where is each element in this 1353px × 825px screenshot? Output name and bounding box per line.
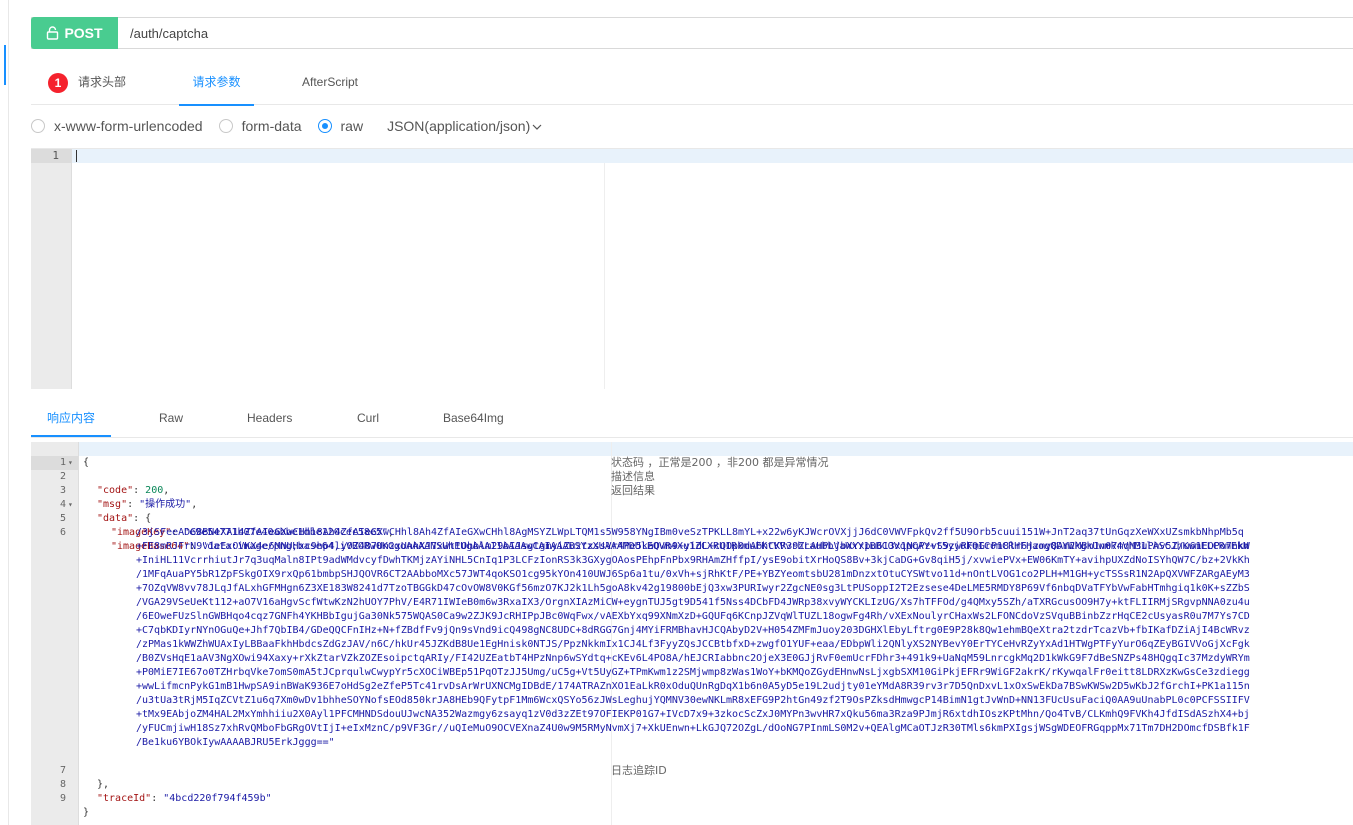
radio-form-data[interactable]: form-data: [218, 118, 302, 134]
tab-request-params[interactable]: 请求参数: [179, 62, 254, 106]
base64-continuation: +C7qbKDIyrNYnOGuQe+Jhf7QbIB4/GDeQQCFnIHz…: [136, 625, 1250, 636]
code-text: "traceId": "4bcd220f794f459b": [97, 793, 272, 804]
field-comment-data: 返回结果: [611, 484, 655, 497]
fold-toggle-icon[interactable]: ▾: [68, 498, 73, 512]
lock-icon: [47, 25, 59, 40]
print-margin: [604, 163, 605, 389]
radio-label: form-data: [241, 118, 302, 134]
code-line: 3 "msg": "操作成功",: [31, 470, 197, 510]
radio-raw[interactable]: raw: [317, 118, 364, 134]
request-url-bar: POST /auth/captcha: [31, 16, 1353, 49]
base64-continuation: +wwLifmcnPykG1mB1HwpSA9inBWaK936E7oHdSg2…: [136, 681, 1250, 692]
base64-continuation: +FE8mRJFrN9v1eExOVKX4e6MNUHxc9hp4ly0Z487…: [136, 541, 1250, 552]
base64-continuation: /VGA29VSeUeKt112+aO7V16aHgvScfWtwKzN2hUO…: [136, 597, 1250, 608]
chevron-down-icon: [532, 124, 542, 130]
field-comment-msg: 描述信息: [611, 470, 655, 483]
line-number: 6: [59, 527, 66, 538]
base64-continuation: /6EOweFUzSlnGWBHqo4cqz7GNFh4YKHBbIgujGa3…: [136, 611, 1250, 622]
tab-request-headers[interactable]: 1 请求头部: [48, 62, 126, 104]
code-line: 9 }: [31, 778, 89, 818]
response-tabs: 响应内容 Raw Headers Curl Base64Img: [31, 400, 1353, 438]
tab-curl[interactable]: Curl: [357, 400, 379, 437]
code-line: 6 "imageBase64": "data:image/png;base64,…: [31, 512, 1249, 552]
code-text: "msg": "操作成功",: [97, 499, 198, 510]
json-key: "msg": [97, 499, 128, 510]
json-value: "4bcd220f794f459b": [163, 793, 272, 804]
line-number: 9: [59, 793, 66, 804]
request-path[interactable]: /auth/captcha: [130, 26, 208, 41]
tab-label: AfterScript: [302, 75, 359, 89]
tab-response-content[interactable]: 响应内容: [31, 400, 111, 437]
base64-continuation: /yFUCmjiwH18Sz7xhRvQMboFbGRgOVtIjI+eIxMz…: [136, 723, 1250, 734]
base64-continuation: +7OZqVW8vv78JLqJfALxhGFMHgn6Z3XE183W8241…: [136, 583, 1250, 594]
field-comment-traceid: 日志追踪ID: [611, 764, 667, 777]
radio-circle-selected[interactable]: [317, 119, 332, 133]
json-key: "data": [97, 513, 134, 524]
fold-toggle-icon[interactable]: ▾: [68, 456, 73, 470]
base64-continuation: /3jSFeeADG8BNeXA14ZfAIeGXwCHhl8Ah4ZfAIeG…: [136, 527, 1244, 538]
tab-label: Headers: [247, 411, 293, 425]
code-line: 4 ▾ "data": {: [31, 484, 151, 524]
tab-label: 请求参数: [192, 75, 241, 89]
tab-label: Curl: [357, 411, 380, 425]
content-type-dropdown[interactable]: JSON(application/json): [387, 118, 542, 134]
code-line: 7 },: [31, 750, 109, 790]
radio-label: raw: [340, 118, 364, 134]
code-text: {: [83, 457, 90, 468]
code-line: 2 "code": 200,: [31, 456, 169, 496]
code-line: 5 "imageKey": "e9e54771b07e40abbe1dbe120…: [31, 498, 394, 538]
tab-label: Raw: [159, 411, 184, 425]
tab-afterscript[interactable]: AfterScript: [302, 62, 358, 104]
code-line: 8 "traceId": "4bcd220f794f459b": [31, 764, 272, 804]
base64-continuation: /zPMas1kWWZhWUAxIyLBBaaFkhHbdcsZdGzJAV/n…: [136, 639, 1250, 650]
tab-label: Base64Img: [443, 411, 504, 425]
base64-continuation: /u3tUa3tRjM5IqZCVtZ1u6q7Xm0wDv1bhheSOYNo…: [136, 695, 1250, 706]
base64-continuation: +IniHL11VcrrhiutJr7q3uqMaln8IPt9adWMdvcy…: [136, 555, 1250, 566]
content-type-value: JSON(application/json): [387, 118, 531, 134]
text-cursor: [76, 150, 77, 162]
active-line-highlight: [72, 149, 1353, 163]
tab-label: 请求头部: [78, 75, 127, 89]
tab-base64img[interactable]: Base64Img: [443, 400, 504, 437]
radio-label: x-www-form-urlencoded: [54, 118, 203, 134]
json-value: "操作成功": [139, 499, 192, 510]
base64-continuation: +P0MiE7IE67o0TZHrbqVke7omS0mA5tJCprqulwC…: [136, 667, 1250, 678]
field-comment-code: 状态码 ，正常是200 ，非200 都是异常情况: [611, 456, 829, 469]
json-key: "traceId": [97, 793, 152, 804]
request-tabs: 1 请求头部 请求参数 AfterScript: [31, 62, 1353, 106]
radio-circle[interactable]: [31, 119, 45, 133]
left-rail: [0, 0, 9, 825]
radio-x-www-form-urlencoded[interactable]: x-www-form-urlencoded: [31, 118, 203, 134]
base64-continuation: +tMx9EAbjoZM4HAL2MxYmhhiiu2X0Ayl1PFCMHND…: [136, 709, 1250, 720]
code-text: },: [97, 779, 110, 790]
json-value: 200: [145, 485, 164, 496]
response-body-viewer[interactable]: 1 ▾{ 2 "code": 200, 3 "msg": "操作成功", 4 ▾ "…: [31, 442, 1353, 825]
line-number: 1: [31, 149, 71, 163]
base64-continuation: /B0ZVsHqE1aAV3NgXOwi94Xaxy+rXkZtarVZkZOZ…: [136, 653, 1250, 664]
editor-gutter: [31, 149, 72, 389]
code-text: }: [83, 807, 90, 818]
method-label: POST: [64, 24, 103, 41]
method-button[interactable]: POST: [31, 16, 118, 49]
base64-continuation: /1MFqAuaPY5bR1ZpFSkgOIX9rxQp61bmbpSHJQOV…: [136, 569, 1250, 580]
tab-headers[interactable]: Headers: [247, 400, 292, 437]
tab-raw[interactable]: Raw: [159, 400, 183, 437]
headers-count-badge: 1: [48, 72, 68, 93]
code-text: "data": {: [97, 513, 152, 524]
left-rail-indicator: [4, 45, 6, 85]
active-line-highlight: [79, 442, 1353, 456]
base64-continuation: /Be1ku6YBOkIywAAAABJRU5ErkJggg==": [136, 737, 335, 748]
json-key: "code": [97, 485, 134, 496]
body-type-selector: x-www-form-urlencoded form-data raw JSON…: [31, 115, 542, 137]
tab-label: 响应内容: [46, 411, 95, 425]
code-text: "code": 200,: [97, 485, 170, 496]
radio-circle[interactable]: [218, 119, 233, 133]
code-line: 1 ▾{: [31, 442, 89, 470]
request-body-editor[interactable]: 1: [31, 148, 1353, 389]
